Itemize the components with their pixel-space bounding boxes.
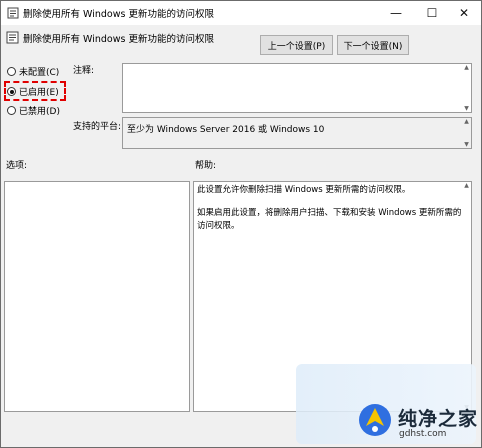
scroll-up-icon[interactable]: ▲ — [464, 64, 469, 71]
help-paragraph: 如果启用此设置，将删除用户扫描、下载和安装 Windows 更新所需的访问权限。 — [197, 208, 462, 231]
watermark-site-name: 纯净之家 — [398, 408, 479, 430]
policy-icon — [7, 7, 19, 19]
previous-setting-button[interactable]: 上一个设置(P) — [260, 35, 333, 55]
setting-title: 删除使用所有 Windows 更新功能的访问权限 — [23, 34, 214, 45]
site-logo-icon — [359, 404, 391, 436]
scroll-up-icon[interactable]: ▲ — [464, 182, 469, 189]
window-title: 删除使用所有 Windows 更新功能的访问权限 — [23, 9, 214, 20]
options-label: 选项: — [6, 161, 28, 171]
radio-disabled[interactable]: 已禁用(D) — [7, 104, 60, 117]
help-paragraph: 此设置允许你删除扫描 Windows 更新所需的访问权限。 — [197, 185, 411, 195]
radio-not-configured[interactable]: 未配置(C) — [7, 65, 59, 78]
options-panel — [4, 181, 190, 412]
maximize-button[interactable]: ☐ — [415, 1, 449, 25]
comment-scrollbar[interactable]: ▲ ▼ — [462, 64, 471, 112]
enabled-highlight-annotation — [4, 81, 66, 101]
comment-label: 注释: — [73, 66, 95, 76]
comment-textarea[interactable]: ▲ ▼ — [122, 63, 472, 113]
scroll-down-icon[interactable]: ▼ — [464, 105, 469, 112]
scroll-down-icon[interactable]: ▼ — [464, 141, 469, 148]
setting-icon — [6, 31, 19, 44]
radio-label: 已禁用(D) — [19, 107, 60, 117]
radio-label: 未配置(C) — [19, 68, 60, 78]
close-button[interactable]: ✕ — [447, 1, 481, 25]
watermark-url: gdhst.com — [399, 429, 447, 439]
minimize-button[interactable]: — — [379, 1, 413, 25]
next-setting-button[interactable]: 下一个设置(N) — [337, 35, 409, 55]
supported-platforms-text: 至少为 Windows Server 2016 或 Windows 10 — [127, 125, 325, 135]
supported-label: 支持的平台: — [73, 122, 122, 132]
help-text: 此设置允许你删除扫描 Windows 更新所需的访问权限。 如果启用此设置，将删… — [197, 184, 462, 243]
supported-scrollbar[interactable]: ▲ ▼ — [462, 118, 471, 148]
title-bar: 删除使用所有 Windows 更新功能的访问权限 — ☐ ✕ — [1, 1, 481, 25]
radio-circle[interactable] — [7, 106, 16, 115]
scroll-up-icon[interactable]: ▲ — [464, 118, 469, 125]
radio-circle[interactable] — [7, 67, 16, 76]
help-label: 帮助: — [195, 161, 217, 171]
